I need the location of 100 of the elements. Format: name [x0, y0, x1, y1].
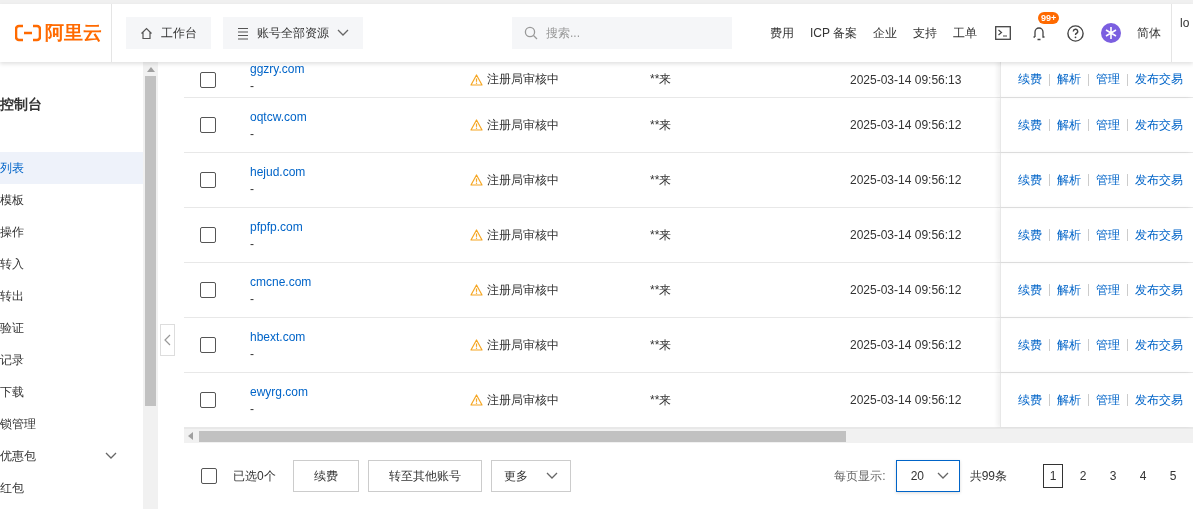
nav-dropdown[interactable]: 账号全部资源 [223, 17, 363, 49]
more-dropdown[interactable]: 更多 [490, 460, 571, 492]
domain-link[interactable]: hbext.com [250, 329, 470, 344]
date-cell: 2025-03-14 09:56:12 [850, 173, 962, 187]
action-link[interactable]: 续费 [1018, 281, 1042, 299]
date-cell: 2025-03-14 09:56:12 [850, 393, 962, 407]
action-link[interactable]: 管理 [1096, 391, 1120, 409]
domain-link[interactable]: ewyrg.com [250, 384, 470, 399]
nav-link[interactable]: ICP 备案 [801, 24, 865, 42]
sidebar-item[interactable]: 操作 [0, 216, 143, 248]
domain-link[interactable]: cmcne.com [250, 274, 470, 289]
language-link[interactable]: 简体 [1137, 24, 1161, 42]
domain-link[interactable]: pfpfp.com [250, 219, 470, 234]
action-link[interactable]: 续费 [1018, 116, 1042, 134]
action-link[interactable]: 管理 [1096, 116, 1120, 134]
action-link[interactable]: 发布交易 [1135, 71, 1183, 88]
row-checkbox[interactable] [200, 71, 216, 88]
page-button[interactable]: 3 [1103, 464, 1123, 488]
help-icon[interactable] [1066, 24, 1084, 42]
action-link[interactable]: 续费 [1018, 71, 1042, 88]
row-checkbox[interactable] [200, 337, 216, 353]
scrollbar-thumb[interactable] [145, 76, 156, 406]
warning-icon [470, 229, 483, 241]
action-button[interactable]: 转至其他账号 [367, 460, 482, 492]
page-size-select[interactable]: 20 [895, 460, 960, 492]
action-link[interactable]: 解析 [1057, 391, 1081, 409]
search-placeholder: 搜索... [546, 24, 580, 42]
warning-icon [470, 73, 483, 86]
action-link[interactable]: 解析 [1057, 226, 1081, 244]
nav-link[interactable]: 费用 [761, 24, 802, 42]
owner-cell: **来 [650, 336, 672, 354]
domain-note: - [250, 236, 255, 251]
nav-link[interactable]: 工单 [945, 24, 985, 42]
terminal-icon[interactable] [995, 26, 1011, 40]
action-link[interactable]: 解析 [1057, 116, 1081, 134]
action-link[interactable]: 发布交易 [1135, 171, 1183, 189]
status-text: 注册局审核中 [487, 336, 559, 354]
sidebar-item[interactable]: 转出 [0, 280, 143, 312]
page-button[interactable]: 4 [1133, 464, 1153, 488]
sidebar-item[interactable]: 列表 [0, 152, 143, 184]
page-button[interactable]: 2 [1073, 464, 1093, 488]
nav-link[interactable]: 支持 [905, 24, 945, 42]
action-link[interactable]: 管理 [1096, 336, 1120, 354]
domain-note: - [250, 79, 255, 93]
domain-note: - [250, 346, 255, 361]
sidebar-item[interactable]: 锁管理 [0, 408, 143, 440]
action-link[interactable]: 解析 [1057, 336, 1081, 354]
date-cell: 2025-03-14 09:56:12 [850, 283, 962, 297]
action-link[interactable]: 发布交易 [1135, 336, 1183, 354]
action-link[interactable]: 管理 [1096, 171, 1120, 189]
collapse-handle[interactable] [160, 324, 175, 356]
page-button[interactable]: 1 [1043, 464, 1063, 488]
sidebar-item[interactable]: 红包 [0, 472, 143, 504]
domain-link[interactable]: hejud.com [250, 164, 470, 179]
owner-cell: **来 [650, 281, 672, 299]
bell-icon[interactable] [1032, 25, 1046, 41]
nav-button[interactable]: 工作台 [126, 17, 211, 49]
row-checkbox[interactable] [200, 117, 216, 133]
status-text: 注册局审核中 [487, 71, 559, 88]
sidebar-item[interactable]: 记录 [0, 344, 143, 376]
chevron-down-icon [545, 472, 558, 480]
sidebar-item[interactable]: 验证 [0, 312, 143, 344]
action-link[interactable]: 续费 [1018, 391, 1042, 409]
user-name[interactable]: lo [1180, 16, 1190, 30]
action-link[interactable]: 管理 [1096, 281, 1120, 299]
notification-badge: 99+ [1038, 12, 1060, 24]
action-button[interactable]: 续费 [292, 460, 359, 492]
action-link[interactable]: 发布交易 [1135, 281, 1183, 299]
owner-cell: **来 [650, 171, 672, 189]
action-link[interactable]: 续费 [1018, 171, 1042, 189]
page-button[interactable]: 5 [1163, 464, 1183, 488]
domain-link[interactable]: oqtcw.com [250, 109, 470, 124]
scrollbar-thumb[interactable] [199, 430, 846, 442]
action-link[interactable]: 续费 [1018, 336, 1042, 354]
warning-icon [470, 394, 483, 406]
owner-cell: **来 [650, 226, 672, 244]
nav-link[interactable]: 企业 [865, 24, 905, 42]
domain-link[interactable]: ggzry.com [250, 62, 470, 76]
date-cell: 2025-03-14 09:56:12 [850, 118, 962, 132]
sidebar-item[interactable]: 优惠包 [0, 440, 143, 472]
action-link[interactable]: 解析 [1057, 171, 1081, 189]
row-checkbox[interactable] [200, 227, 216, 243]
action-link[interactable]: 管理 [1096, 226, 1120, 244]
chevron-down-icon [936, 472, 949, 480]
action-link[interactable]: 发布交易 [1135, 226, 1183, 244]
action-link[interactable]: 解析 [1057, 281, 1081, 299]
action-link[interactable]: 续费 [1018, 226, 1042, 244]
select-all-checkbox[interactable] [201, 468, 217, 484]
sidebar-item[interactable]: 转入 [0, 248, 143, 280]
sidebar-item[interactable]: 模板 [0, 184, 143, 216]
action-link[interactable]: 发布交易 [1135, 116, 1183, 134]
status-text: 注册局审核中 [487, 226, 559, 244]
action-link[interactable]: 管理 [1096, 71, 1120, 88]
row-checkbox[interactable] [200, 172, 216, 188]
sidebar-item[interactable]: 下载 [0, 376, 143, 408]
row-checkbox[interactable] [200, 282, 216, 298]
action-link[interactable]: 解析 [1057, 71, 1081, 88]
action-link[interactable]: 发布交易 [1135, 391, 1183, 409]
row-checkbox[interactable] [200, 392, 216, 408]
avatar-icon[interactable] [1101, 23, 1121, 43]
